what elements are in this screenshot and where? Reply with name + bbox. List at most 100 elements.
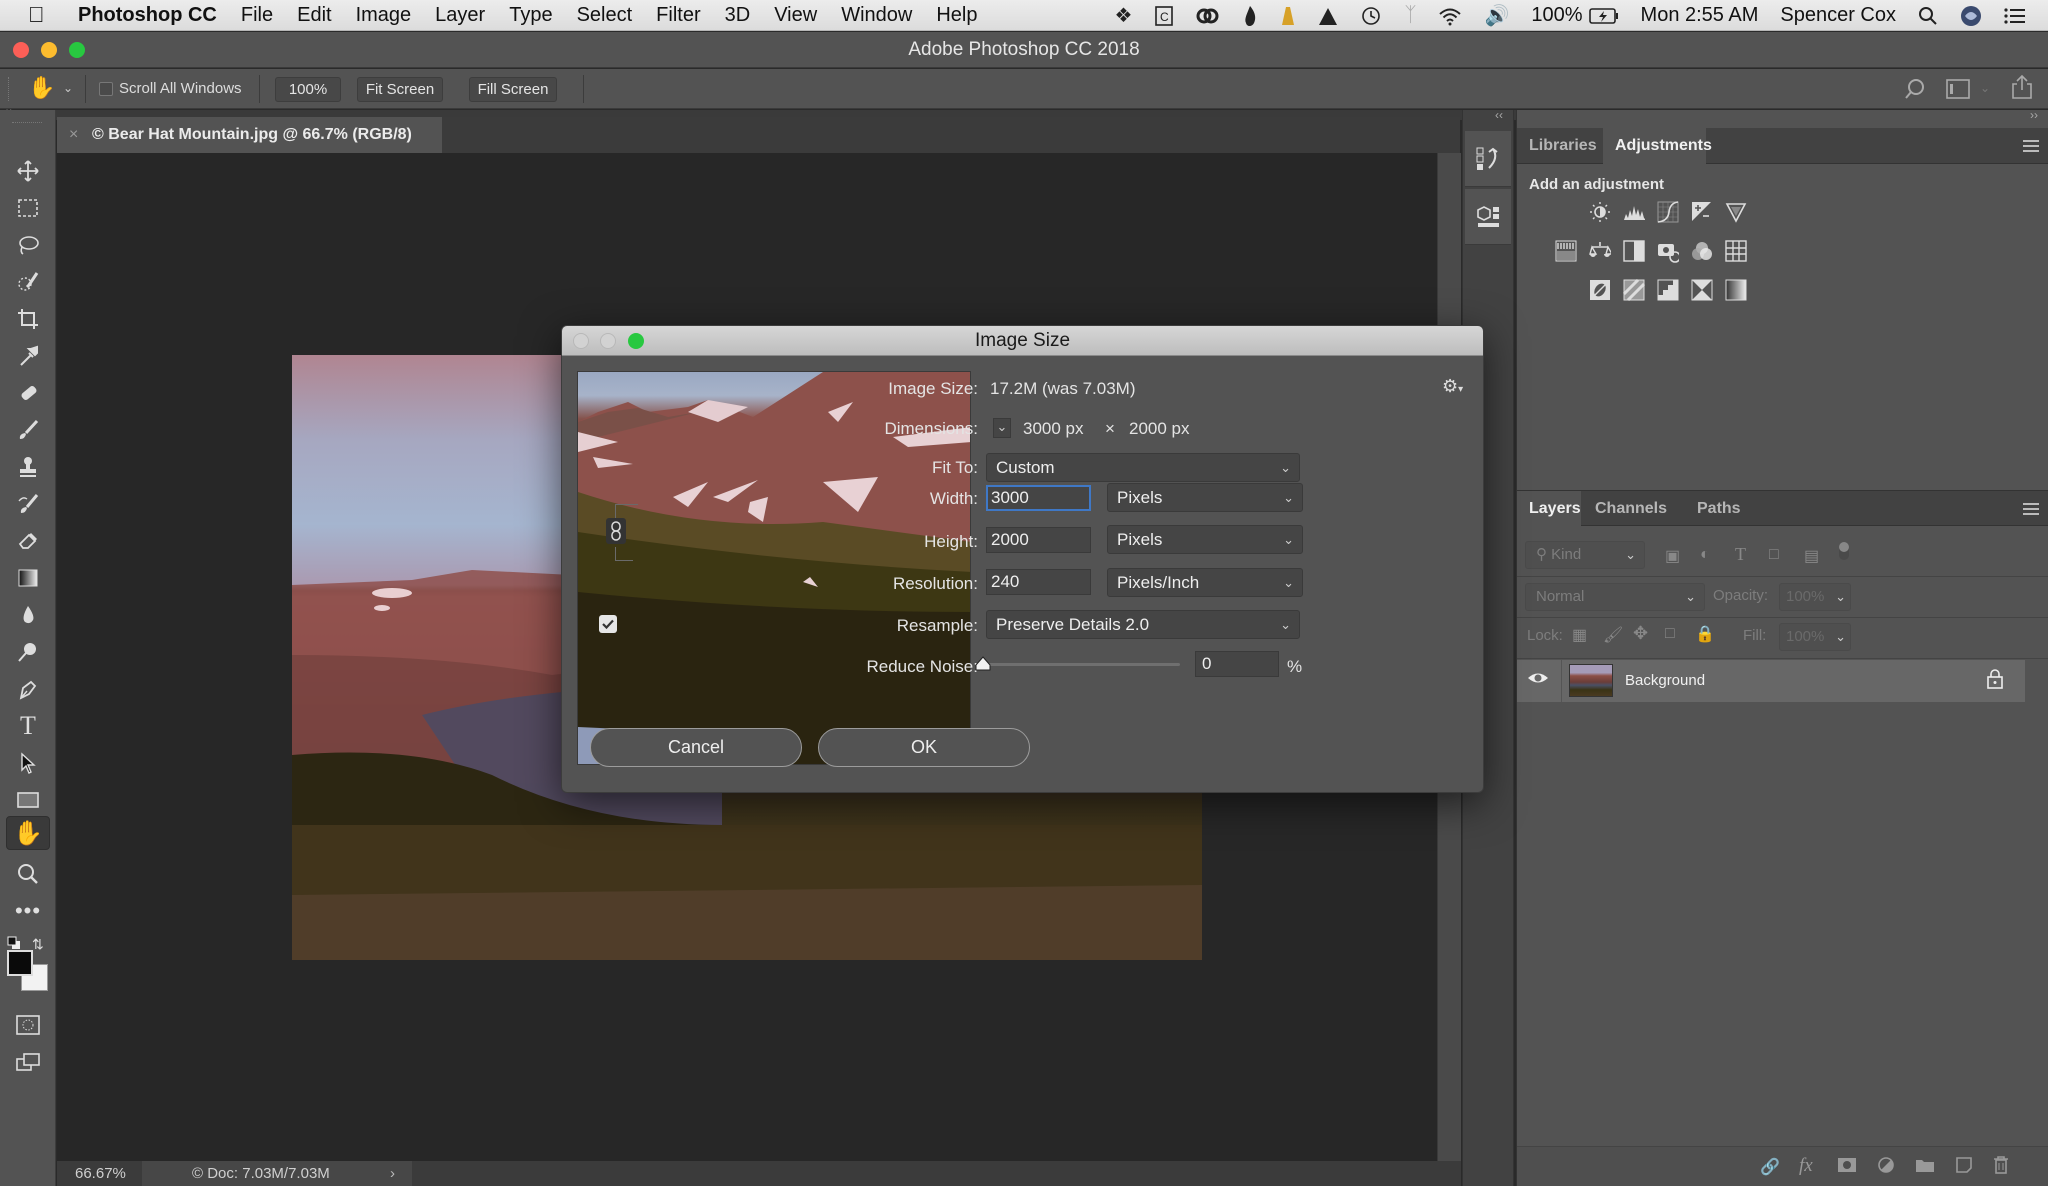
lock-position-icon[interactable]: ✥ <box>1633 623 1648 644</box>
reduce-noise-slider-track[interactable] <box>983 663 1180 666</box>
layer-style-fx-icon[interactable]: fx <box>1799 1155 1813 1177</box>
rectangle-tool-icon[interactable] <box>12 785 44 815</box>
invert-icon[interactable] <box>1589 279 1611 301</box>
path-selection-tool-icon[interactable] <box>12 748 44 778</box>
time-machine-icon[interactable] <box>1360 5 1382 27</box>
move-tool-icon[interactable] <box>12 156 44 186</box>
dropbox-icon[interactable]: ❖ <box>1115 3 1133 28</box>
hand-tool-icon[interactable]: ✋ <box>6 816 50 850</box>
blend-mode-select[interactable]: Normal ⌄ <box>1525 583 1705 611</box>
levels-icon[interactable] <box>1623 201 1645 223</box>
menu-help[interactable]: Help <box>936 4 977 27</box>
fill-field[interactable]: 100% ⌄ <box>1779 623 1851 651</box>
menu-layer[interactable]: Layer <box>435 4 485 27</box>
menu-image[interactable]: Image <box>356 4 412 27</box>
threshold-icon[interactable] <box>1657 279 1679 301</box>
layer-filter-kind-select[interactable]: ⚲ Kind ⌄ <box>1525 541 1645 569</box>
tab-layers[interactable]: Layers <box>1517 491 1581 527</box>
photo-filter-icon[interactable] <box>1657 240 1679 263</box>
filter-pixel-layers-icon[interactable]: ▣ <box>1665 546 1680 566</box>
width-input[interactable]: 3000 <box>986 485 1091 511</box>
close-document-icon[interactable]: × <box>69 117 78 153</box>
apple-menu-icon[interactable]:  <box>28 2 50 28</box>
layer-thumbnail[interactable] <box>1569 664 1613 697</box>
menu-3d[interactable]: 3D <box>725 4 751 27</box>
menu-edit[interactable]: Edit <box>297 4 331 27</box>
curves-icon[interactable] <box>1657 201 1679 223</box>
eraser-tool-icon[interactable] <box>12 526 44 556</box>
height-unit-select[interactable]: Pixels ⌄ <box>1107 525 1303 554</box>
lasso-tool-icon[interactable] <box>12 230 44 260</box>
menubar-clock[interactable]: Mon 2:55 AM <box>1641 4 1759 27</box>
siri-icon[interactable] <box>1960 5 1982 27</box>
brightness-contrast-icon[interactable] <box>1589 201 1611 223</box>
fit-screen-button[interactable]: Fit Screen <box>357 77 443 102</box>
brush-tool-icon[interactable] <box>12 415 44 445</box>
dialog-minimize-button[interactable] <box>600 333 616 349</box>
share-icon[interactable] <box>2010 74 2034 104</box>
blur-tool-icon[interactable] <box>12 600 44 630</box>
triangle-icon[interactable] <box>1318 6 1338 26</box>
zoom-100-button[interactable]: 100% <box>275 77 341 102</box>
clipboard-icon[interactable]: C <box>1154 5 1174 27</box>
filter-adjustment-layers-icon[interactable]: ◐ <box>1700 546 1710 564</box>
foreground-color-swatch[interactable] <box>7 950 33 976</box>
notification-center-icon[interactable] <box>2004 7 2026 25</box>
color-lookup-icon[interactable] <box>1725 240 1747 262</box>
fit-to-select[interactable]: Custom ⌄ <box>986 453 1300 482</box>
wifi-icon[interactable] <box>1438 6 1462 26</box>
menu-file[interactable]: File <box>241 4 273 27</box>
new-layer-icon[interactable] <box>1955 1156 1973 1179</box>
filter-smart-objects-icon[interactable]: ▤ <box>1804 546 1819 566</box>
search-icon[interactable] <box>1904 78 1926 104</box>
status-menu-arrow-icon[interactable]: › <box>390 1161 395 1186</box>
type-tool-icon[interactable]: T <box>12 711 44 741</box>
tab-paths[interactable]: Paths <box>1685 491 1753 527</box>
quick-selection-tool-icon[interactable] <box>12 267 44 297</box>
fill-screen-button[interactable]: Fill Screen <box>469 77 557 102</box>
doc-info-text[interactable]: © Doc: 7.03M/7.03M <box>192 1161 330 1186</box>
scroll-all-windows-label[interactable]: Scroll All Windows <box>119 80 242 97</box>
menu-window[interactable]: Window <box>841 4 912 27</box>
constrain-proportions-link-icon[interactable] <box>606 518 626 544</box>
gradient-map-icon[interactable] <box>1725 279 1747 301</box>
hand-tool-preset-icon[interactable]: ✋ <box>28 75 55 101</box>
lock-image-pixels-icon[interactable]: 🖌 <box>1603 625 1623 645</box>
delete-layer-trash-icon[interactable] <box>1993 1155 2009 1180</box>
posterize-icon[interactable] <box>1623 279 1645 301</box>
black-white-icon[interactable] <box>1623 240 1645 262</box>
clone-stamp-tool-icon[interactable] <box>12 452 44 482</box>
filter-shape-layers-icon[interactable]: □ <box>1769 546 1779 564</box>
exposure-icon[interactable] <box>1691 201 1713 223</box>
tab-libraries[interactable]: Libraries <box>1517 128 1609 164</box>
gradient-tool-icon[interactable] <box>12 563 44 593</box>
channel-mixer-icon[interactable] <box>1691 240 1713 262</box>
creative-cloud-icon[interactable] <box>1196 6 1220 26</box>
opacity-field[interactable]: 100% ⌄ <box>1779 583 1851 611</box>
volume-icon[interactable]: 🔊 <box>1484 3 1509 28</box>
settings-gear-icon[interactable]: ⚙▾ <box>1442 376 1463 397</box>
height-input[interactable]: 2000 <box>986 527 1091 553</box>
lock-transparent-pixels-icon[interactable]: ▦ <box>1572 625 1587 645</box>
3d-properties-panel-icon[interactable] <box>1465 189 1511 245</box>
add-mask-icon[interactable] <box>1837 1157 1857 1178</box>
lock-artboard-icon[interactable]: □ <box>1665 625 1675 643</box>
spotlight-search-icon[interactable] <box>1918 6 1938 26</box>
reduce-noise-input[interactable]: 0 <box>1195 651 1279 677</box>
history-panel-icon[interactable] <box>1465 131 1511 187</box>
history-brush-tool-icon[interactable] <box>12 489 44 519</box>
cancel-button[interactable]: Cancel <box>590 728 802 767</box>
minimize-window-button[interactable] <box>41 42 57 58</box>
pen-tool-icon[interactable] <box>12 674 44 704</box>
default-colors-icon[interactable] <box>7 936 21 950</box>
dialog-zoom-button[interactable] <box>628 333 644 349</box>
menubar-user[interactable]: Spencer Cox <box>1780 4 1896 27</box>
reduce-noise-slider-thumb[interactable] <box>975 656 991 677</box>
menu-type[interactable]: Type <box>509 4 552 27</box>
lock-all-icon[interactable]: 🔒 <box>1695 624 1715 644</box>
color-balance-icon[interactable] <box>1589 240 1611 262</box>
menu-app-name[interactable]: Photoshop CC <box>78 4 217 27</box>
menu-view[interactable]: View <box>774 4 817 27</box>
tab-channels[interactable]: Channels <box>1583 491 1679 527</box>
workspace-icon[interactable] <box>1946 79 1970 103</box>
